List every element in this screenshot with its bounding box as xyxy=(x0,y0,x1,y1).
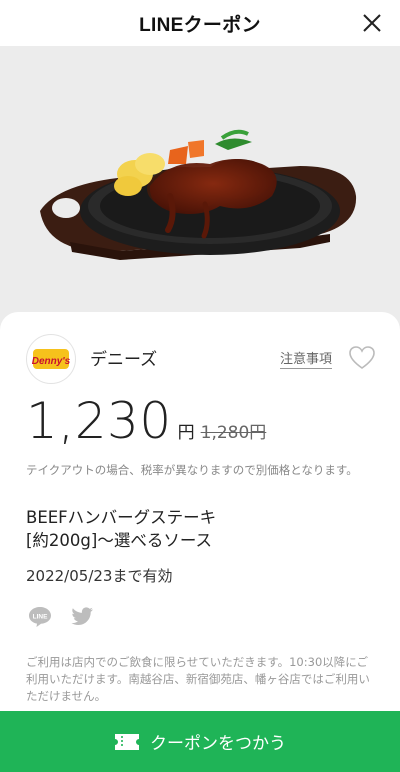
close-icon[interactable] xyxy=(358,9,386,37)
expiry-date: 2022/05/23まで有効 xyxy=(26,567,173,585)
price-block: 1,230 円 1,280円 xyxy=(26,392,266,450)
shop-name: デニーズ xyxy=(90,350,158,370)
shop-logo-wordmark: Denny's xyxy=(32,356,71,367)
coupon-image xyxy=(0,46,400,336)
notice-link[interactable]: 注意事項 xyxy=(280,348,333,369)
coupon-title-line2: [約200g]〜選べるソース xyxy=(26,531,213,550)
header-bar: LINEクーポン xyxy=(0,0,400,46)
coupon-title: BEEFハンバーグステーキ [約200g]〜選べるソース xyxy=(26,506,366,552)
hamburg-steak-image xyxy=(0,46,400,336)
usage-note: ご利用は店内でのご飲食に限らせていただきます。10:30以降にご利用いただけます… xyxy=(26,655,370,703)
price-value: 1,230 xyxy=(26,392,172,450)
page-title: LINEクーポン xyxy=(139,14,261,36)
tax-note: テイクアウトの場合、税率が異なりますので別価格となります。 xyxy=(26,463,358,477)
line-share-icon[interactable]: LINE xyxy=(28,606,52,628)
use-coupon-button[interactable]: クーポンをつかう xyxy=(0,711,400,772)
coupon-title-line1: BEEFハンバーグステーキ xyxy=(26,508,217,527)
shop-logo: Denny's xyxy=(26,334,76,384)
use-coupon-label: クーポンをつかう xyxy=(150,734,286,754)
twitter-share-icon[interactable] xyxy=(70,607,94,627)
coupon-card: Denny's デニーズ 注意事項 1,230 円 1,280円 テイクアウトの… xyxy=(0,312,400,772)
ticket-icon xyxy=(115,733,139,750)
heart-icon[interactable] xyxy=(348,345,376,371)
original-price: 1,280円 xyxy=(200,423,267,443)
price-unit: 円 xyxy=(177,423,195,443)
line-icon-text: LINE xyxy=(33,614,48,621)
